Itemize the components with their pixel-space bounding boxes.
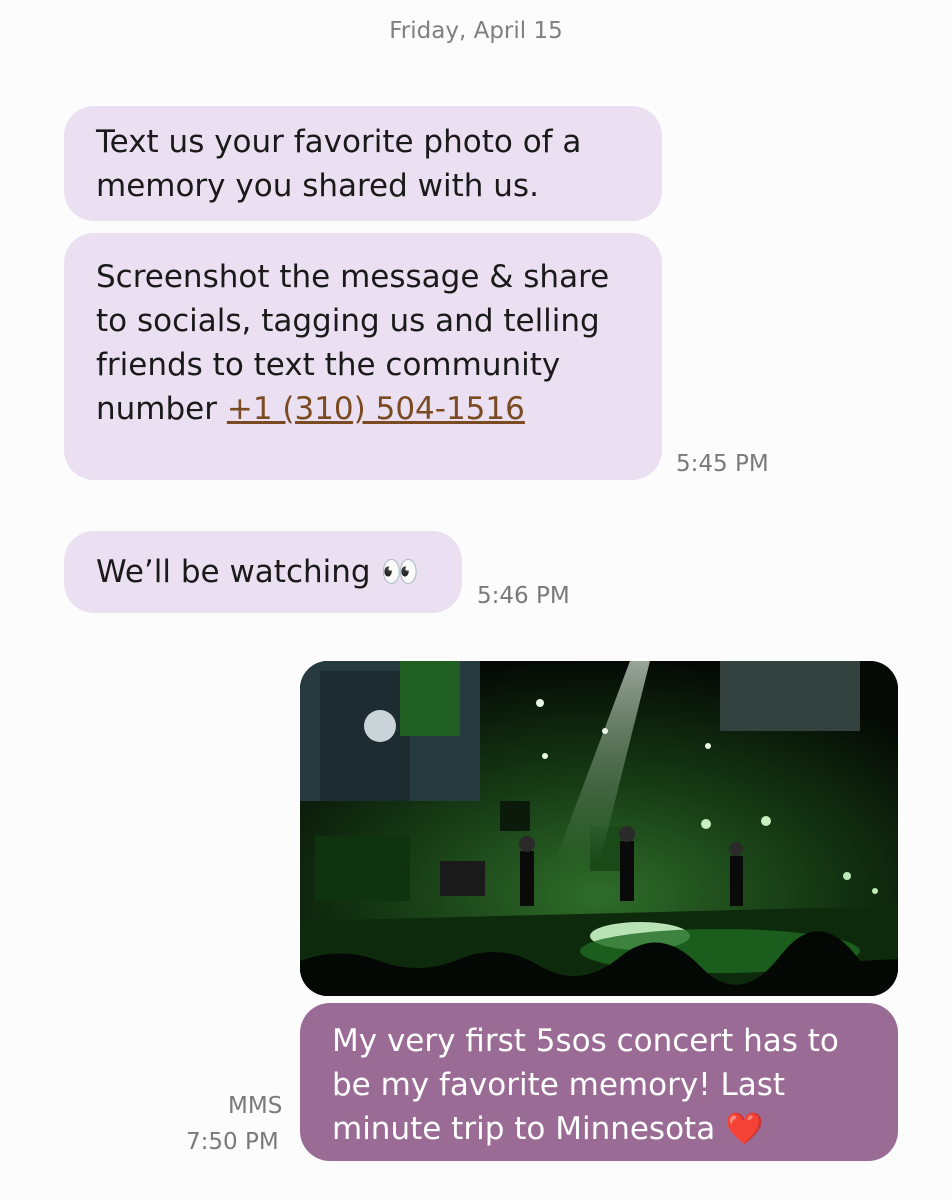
message-timestamp: 5:45 PM — [676, 451, 769, 477]
message-text: Text us your favorite photo of a memory … — [96, 124, 582, 204]
mms-label: MMS — [228, 1093, 283, 1119]
phone-number-link[interactable]: +1 (310) 504-1516 — [227, 391, 525, 427]
heart-emoji-icon: ❤️ — [725, 1111, 764, 1147]
outgoing-message-bubble[interactable]: My very first 5sos concert has to be my … — [300, 1003, 898, 1161]
message-timestamp: 5:46 PM — [477, 583, 570, 609]
concert-stage-image — [300, 661, 898, 996]
incoming-message-bubble[interactable]: Text us your favorite photo of a memory … — [64, 106, 662, 221]
eyes-emoji-icon: 👀 — [380, 554, 420, 590]
date-header: Friday, April 15 — [389, 18, 563, 44]
message-text: We’ll be watching — [96, 554, 371, 590]
message-timestamp: 7:50 PM — [186, 1129, 279, 1155]
concert-photo-attachment[interactable] — [300, 661, 898, 996]
incoming-message-bubble[interactable]: We’ll be watching 👀 — [64, 531, 462, 613]
incoming-message-bubble[interactable]: Screenshot the message & share to social… — [64, 233, 662, 480]
